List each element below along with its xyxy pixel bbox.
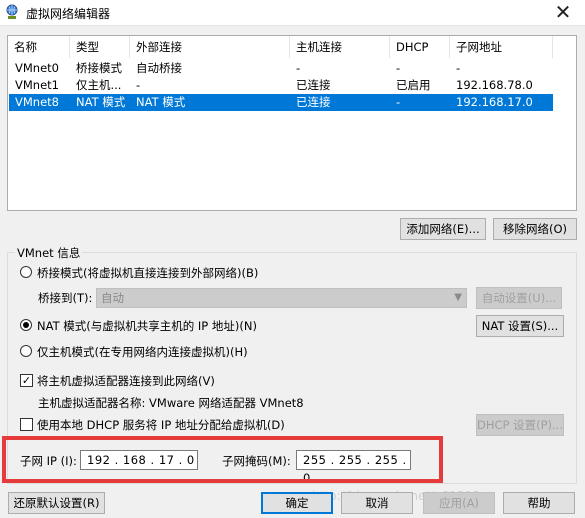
- nat-mode-radio[interactable]: [20, 319, 32, 331]
- bridged-to-value: 自动: [101, 291, 124, 305]
- cell-dhcp: -: [396, 95, 401, 109]
- restore-defaults-button[interactable]: 还原默认设置(R): [8, 492, 105, 514]
- chevron-down-icon: ▼: [454, 292, 462, 303]
- table-row[interactable]: VMnet1 仅主机... - 已连接 已启用 192.168.78.0: [9, 77, 553, 94]
- table-row-selected[interactable]: VMnet8 NAT 模式 NAT 模式 已连接 - 192.168.17.0: [9, 94, 553, 111]
- column-header-type[interactable]: 类型: [70, 36, 130, 58]
- title-bar: 虚拟网络编辑器 ✕: [0, 0, 585, 26]
- bridged-mode-radio[interactable]: [20, 266, 32, 278]
- use-dhcp-checkbox[interactable]: [20, 418, 33, 431]
- close-button[interactable]: ✕: [541, 0, 585, 26]
- column-header-dhcp[interactable]: DHCP: [390, 36, 450, 58]
- nat-settings-button[interactable]: NAT 设置(S)...: [476, 315, 564, 337]
- cell-subnet: -: [456, 61, 461, 75]
- window-title: 虚拟网络编辑器: [26, 7, 111, 21]
- cell-host: 已连接: [296, 95, 331, 109]
- dhcp-settings-button[interactable]: DHCP 设置(P)...: [476, 414, 564, 436]
- cell-subnet: 192.168.17.0: [456, 95, 533, 109]
- cell-name: VMnet0: [15, 61, 59, 75]
- connect-adapter-label[interactable]: 将主机虚拟适配器连接到此网络(V): [37, 373, 215, 389]
- network-list[interactable]: 名称 类型 外部连接 主机连接 DHCP 子网地址 VMnet0 桥接模式 自动…: [7, 35, 577, 211]
- bridged-mode-label[interactable]: 桥接模式(将虚拟机直接连接到外部网络)(B): [37, 265, 258, 281]
- nat-mode-label[interactable]: NAT 模式(与虚拟机共享主机的 IP 地址)(N): [37, 318, 257, 334]
- column-header-subnet[interactable]: 子网地址: [450, 36, 553, 58]
- apply-button[interactable]: 应用(A): [423, 492, 495, 514]
- cell-name: VMnet8: [15, 95, 59, 109]
- use-dhcp-label[interactable]: 使用本地 DHCP 服务将 IP 地址分配给虚拟机(D): [37, 417, 285, 433]
- column-header-host[interactable]: 主机连接: [290, 36, 390, 58]
- column-header-external[interactable]: 外部连接: [130, 36, 290, 58]
- host-only-mode-label[interactable]: 仅主机模式(在专用网络内连接虚拟机)(H): [37, 344, 248, 360]
- cell-type: 桥接模式: [76, 61, 122, 75]
- close-icon: ✕: [554, 0, 572, 24]
- cell-type: NAT 模式: [76, 95, 126, 109]
- table-row[interactable]: VMnet0 桥接模式 自动桥接 - - -: [9, 60, 553, 77]
- adapter-name-text: 主机虚拟适配器名称: VMware 网络适配器 VMnet8: [38, 396, 304, 410]
- cell-external: 自动桥接: [136, 61, 182, 75]
- connect-adapter-checkbox[interactable]: ✓: [20, 374, 33, 387]
- cell-subnet: 192.168.78.0: [456, 78, 533, 92]
- cell-external: NAT 模式: [136, 95, 186, 109]
- cell-host: 已连接: [296, 78, 331, 92]
- help-button[interactable]: 帮助: [503, 492, 575, 514]
- vmnet-info-title: VMnet 信息: [15, 245, 83, 261]
- add-network-button[interactable]: 添加网络(E)...: [400, 218, 486, 240]
- cell-host: -: [296, 61, 301, 75]
- cell-external: -: [136, 78, 141, 92]
- remove-network-button[interactable]: 移除网络(O): [493, 218, 577, 240]
- cancel-button[interactable]: 取消: [341, 492, 413, 514]
- bridged-to-select[interactable]: 自动 ▼: [96, 288, 467, 308]
- host-only-mode-radio[interactable]: [20, 345, 32, 357]
- auto-settings-button[interactable]: 自动设置(U)...: [476, 287, 562, 309]
- cell-name: VMnet1: [15, 78, 59, 92]
- bridged-to-label: 桥接到(T):: [38, 291, 93, 305]
- cell-type: 仅主机...: [76, 78, 122, 92]
- column-header-name[interactable]: 名称: [8, 36, 70, 58]
- highlight-box: [2, 436, 443, 483]
- cell-dhcp: 已启用: [396, 78, 431, 92]
- network-globe-icon: [6, 4, 18, 19]
- ok-button[interactable]: 确定: [261, 492, 333, 514]
- cell-dhcp: -: [396, 61, 401, 75]
